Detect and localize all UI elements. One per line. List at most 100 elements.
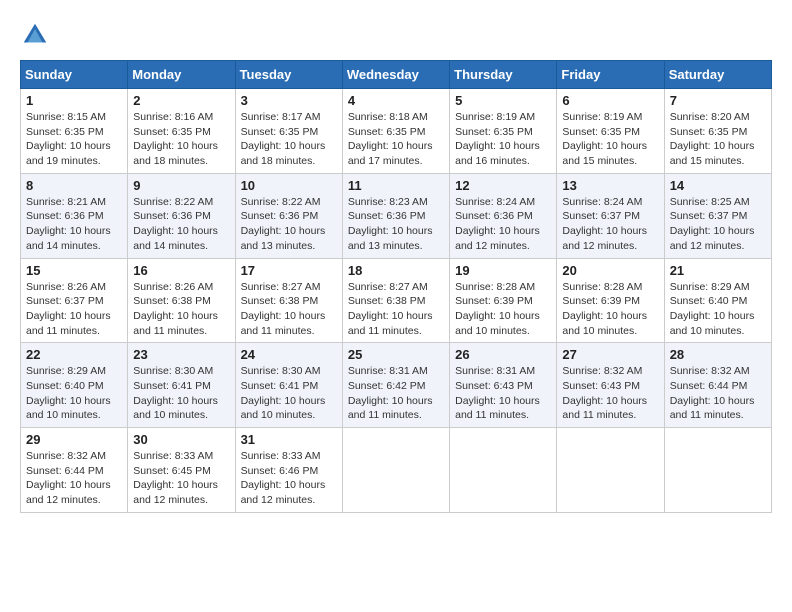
day-info: Sunrise: 8:15 AMSunset: 6:35 PMDaylight:… bbox=[26, 111, 111, 167]
day-info: Sunrise: 8:28 AMSunset: 6:39 PMDaylight:… bbox=[562, 281, 647, 337]
day-info: Sunrise: 8:17 AMSunset: 6:35 PMDaylight:… bbox=[241, 111, 326, 167]
calendar-header-sunday: Sunday bbox=[21, 61, 128, 89]
day-info: Sunrise: 8:18 AMSunset: 6:35 PMDaylight:… bbox=[348, 111, 433, 167]
day-info: Sunrise: 8:29 AMSunset: 6:40 PMDaylight:… bbox=[26, 365, 111, 421]
day-number: 27 bbox=[562, 347, 658, 362]
calendar-cell: 30 Sunrise: 8:33 AMSunset: 6:45 PMDaylig… bbox=[128, 428, 235, 513]
day-number: 26 bbox=[455, 347, 551, 362]
day-number: 25 bbox=[348, 347, 444, 362]
calendar-cell: 23 Sunrise: 8:30 AMSunset: 6:41 PMDaylig… bbox=[128, 343, 235, 428]
day-info: Sunrise: 8:32 AMSunset: 6:44 PMDaylight:… bbox=[26, 450, 111, 506]
day-number: 28 bbox=[670, 347, 766, 362]
logo-icon bbox=[20, 20, 50, 50]
day-number: 12 bbox=[455, 178, 551, 193]
calendar-cell: 6 Sunrise: 8:19 AMSunset: 6:35 PMDayligh… bbox=[557, 89, 664, 174]
calendar-cell: 8 Sunrise: 8:21 AMSunset: 6:36 PMDayligh… bbox=[21, 173, 128, 258]
day-number: 4 bbox=[348, 93, 444, 108]
day-number: 24 bbox=[241, 347, 337, 362]
day-number: 15 bbox=[26, 263, 122, 278]
day-info: Sunrise: 8:28 AMSunset: 6:39 PMDaylight:… bbox=[455, 281, 540, 337]
day-number: 3 bbox=[241, 93, 337, 108]
day-info: Sunrise: 8:19 AMSunset: 6:35 PMDaylight:… bbox=[562, 111, 647, 167]
calendar-cell: 18 Sunrise: 8:27 AMSunset: 6:38 PMDaylig… bbox=[342, 258, 449, 343]
day-info: Sunrise: 8:30 AMSunset: 6:41 PMDaylight:… bbox=[133, 365, 218, 421]
day-info: Sunrise: 8:24 AMSunset: 6:36 PMDaylight:… bbox=[455, 196, 540, 252]
calendar-cell: 21 Sunrise: 8:29 AMSunset: 6:40 PMDaylig… bbox=[664, 258, 771, 343]
logo bbox=[20, 20, 56, 50]
calendar-cell: 27 Sunrise: 8:32 AMSunset: 6:43 PMDaylig… bbox=[557, 343, 664, 428]
calendar-cell: 5 Sunrise: 8:19 AMSunset: 6:35 PMDayligh… bbox=[450, 89, 557, 174]
day-number: 8 bbox=[26, 178, 122, 193]
calendar-header-saturday: Saturday bbox=[664, 61, 771, 89]
calendar-cell: 15 Sunrise: 8:26 AMSunset: 6:37 PMDaylig… bbox=[21, 258, 128, 343]
calendar-cell: 14 Sunrise: 8:25 AMSunset: 6:37 PMDaylig… bbox=[664, 173, 771, 258]
calendar-cell bbox=[450, 428, 557, 513]
day-info: Sunrise: 8:32 AMSunset: 6:43 PMDaylight:… bbox=[562, 365, 647, 421]
calendar-header-thursday: Thursday bbox=[450, 61, 557, 89]
day-info: Sunrise: 8:32 AMSunset: 6:44 PMDaylight:… bbox=[670, 365, 755, 421]
day-number: 31 bbox=[241, 432, 337, 447]
day-number: 18 bbox=[348, 263, 444, 278]
day-info: Sunrise: 8:31 AMSunset: 6:42 PMDaylight:… bbox=[348, 365, 433, 421]
calendar-cell: 9 Sunrise: 8:22 AMSunset: 6:36 PMDayligh… bbox=[128, 173, 235, 258]
day-number: 9 bbox=[133, 178, 229, 193]
day-number: 23 bbox=[133, 347, 229, 362]
day-number: 11 bbox=[348, 178, 444, 193]
day-number: 19 bbox=[455, 263, 551, 278]
calendar-cell: 24 Sunrise: 8:30 AMSunset: 6:41 PMDaylig… bbox=[235, 343, 342, 428]
calendar-cell: 28 Sunrise: 8:32 AMSunset: 6:44 PMDaylig… bbox=[664, 343, 771, 428]
calendar-cell: 22 Sunrise: 8:29 AMSunset: 6:40 PMDaylig… bbox=[21, 343, 128, 428]
day-number: 10 bbox=[241, 178, 337, 193]
day-info: Sunrise: 8:19 AMSunset: 6:35 PMDaylight:… bbox=[455, 111, 540, 167]
day-info: Sunrise: 8:22 AMSunset: 6:36 PMDaylight:… bbox=[133, 196, 218, 252]
day-info: Sunrise: 8:27 AMSunset: 6:38 PMDaylight:… bbox=[241, 281, 326, 337]
day-info: Sunrise: 8:33 AMSunset: 6:46 PMDaylight:… bbox=[241, 450, 326, 506]
calendar-cell: 4 Sunrise: 8:18 AMSunset: 6:35 PMDayligh… bbox=[342, 89, 449, 174]
calendar-cell: 20 Sunrise: 8:28 AMSunset: 6:39 PMDaylig… bbox=[557, 258, 664, 343]
calendar-cell: 3 Sunrise: 8:17 AMSunset: 6:35 PMDayligh… bbox=[235, 89, 342, 174]
calendar-week-2: 8 Sunrise: 8:21 AMSunset: 6:36 PMDayligh… bbox=[21, 173, 772, 258]
day-number: 5 bbox=[455, 93, 551, 108]
calendar: SundayMondayTuesdayWednesdayThursdayFrid… bbox=[20, 60, 772, 513]
day-info: Sunrise: 8:16 AMSunset: 6:35 PMDaylight:… bbox=[133, 111, 218, 167]
calendar-week-4: 22 Sunrise: 8:29 AMSunset: 6:40 PMDaylig… bbox=[21, 343, 772, 428]
calendar-cell: 11 Sunrise: 8:23 AMSunset: 6:36 PMDaylig… bbox=[342, 173, 449, 258]
calendar-cell: 7 Sunrise: 8:20 AMSunset: 6:35 PMDayligh… bbox=[664, 89, 771, 174]
day-info: Sunrise: 8:30 AMSunset: 6:41 PMDaylight:… bbox=[241, 365, 326, 421]
calendar-cell bbox=[342, 428, 449, 513]
calendar-cell: 10 Sunrise: 8:22 AMSunset: 6:36 PMDaylig… bbox=[235, 173, 342, 258]
page-header bbox=[20, 20, 772, 50]
day-number: 13 bbox=[562, 178, 658, 193]
day-number: 22 bbox=[26, 347, 122, 362]
calendar-header-wednesday: Wednesday bbox=[342, 61, 449, 89]
day-number: 20 bbox=[562, 263, 658, 278]
calendar-cell: 12 Sunrise: 8:24 AMSunset: 6:36 PMDaylig… bbox=[450, 173, 557, 258]
day-info: Sunrise: 8:22 AMSunset: 6:36 PMDaylight:… bbox=[241, 196, 326, 252]
day-number: 30 bbox=[133, 432, 229, 447]
day-number: 7 bbox=[670, 93, 766, 108]
day-info: Sunrise: 8:33 AMSunset: 6:45 PMDaylight:… bbox=[133, 450, 218, 506]
calendar-cell bbox=[557, 428, 664, 513]
day-info: Sunrise: 8:29 AMSunset: 6:40 PMDaylight:… bbox=[670, 281, 755, 337]
calendar-cell: 2 Sunrise: 8:16 AMSunset: 6:35 PMDayligh… bbox=[128, 89, 235, 174]
calendar-cell bbox=[664, 428, 771, 513]
calendar-cell: 29 Sunrise: 8:32 AMSunset: 6:44 PMDaylig… bbox=[21, 428, 128, 513]
day-info: Sunrise: 8:21 AMSunset: 6:36 PMDaylight:… bbox=[26, 196, 111, 252]
day-number: 2 bbox=[133, 93, 229, 108]
calendar-cell: 19 Sunrise: 8:28 AMSunset: 6:39 PMDaylig… bbox=[450, 258, 557, 343]
day-number: 6 bbox=[562, 93, 658, 108]
day-info: Sunrise: 8:26 AMSunset: 6:37 PMDaylight:… bbox=[26, 281, 111, 337]
day-info: Sunrise: 8:23 AMSunset: 6:36 PMDaylight:… bbox=[348, 196, 433, 252]
calendar-cell: 26 Sunrise: 8:31 AMSunset: 6:43 PMDaylig… bbox=[450, 343, 557, 428]
day-info: Sunrise: 8:26 AMSunset: 6:38 PMDaylight:… bbox=[133, 281, 218, 337]
calendar-cell: 13 Sunrise: 8:24 AMSunset: 6:37 PMDaylig… bbox=[557, 173, 664, 258]
calendar-cell: 25 Sunrise: 8:31 AMSunset: 6:42 PMDaylig… bbox=[342, 343, 449, 428]
calendar-header-row: SundayMondayTuesdayWednesdayThursdayFrid… bbox=[21, 61, 772, 89]
calendar-cell: 17 Sunrise: 8:27 AMSunset: 6:38 PMDaylig… bbox=[235, 258, 342, 343]
calendar-header-friday: Friday bbox=[557, 61, 664, 89]
calendar-header-tuesday: Tuesday bbox=[235, 61, 342, 89]
calendar-cell: 16 Sunrise: 8:26 AMSunset: 6:38 PMDaylig… bbox=[128, 258, 235, 343]
day-number: 29 bbox=[26, 432, 122, 447]
day-number: 17 bbox=[241, 263, 337, 278]
calendar-header-monday: Monday bbox=[128, 61, 235, 89]
